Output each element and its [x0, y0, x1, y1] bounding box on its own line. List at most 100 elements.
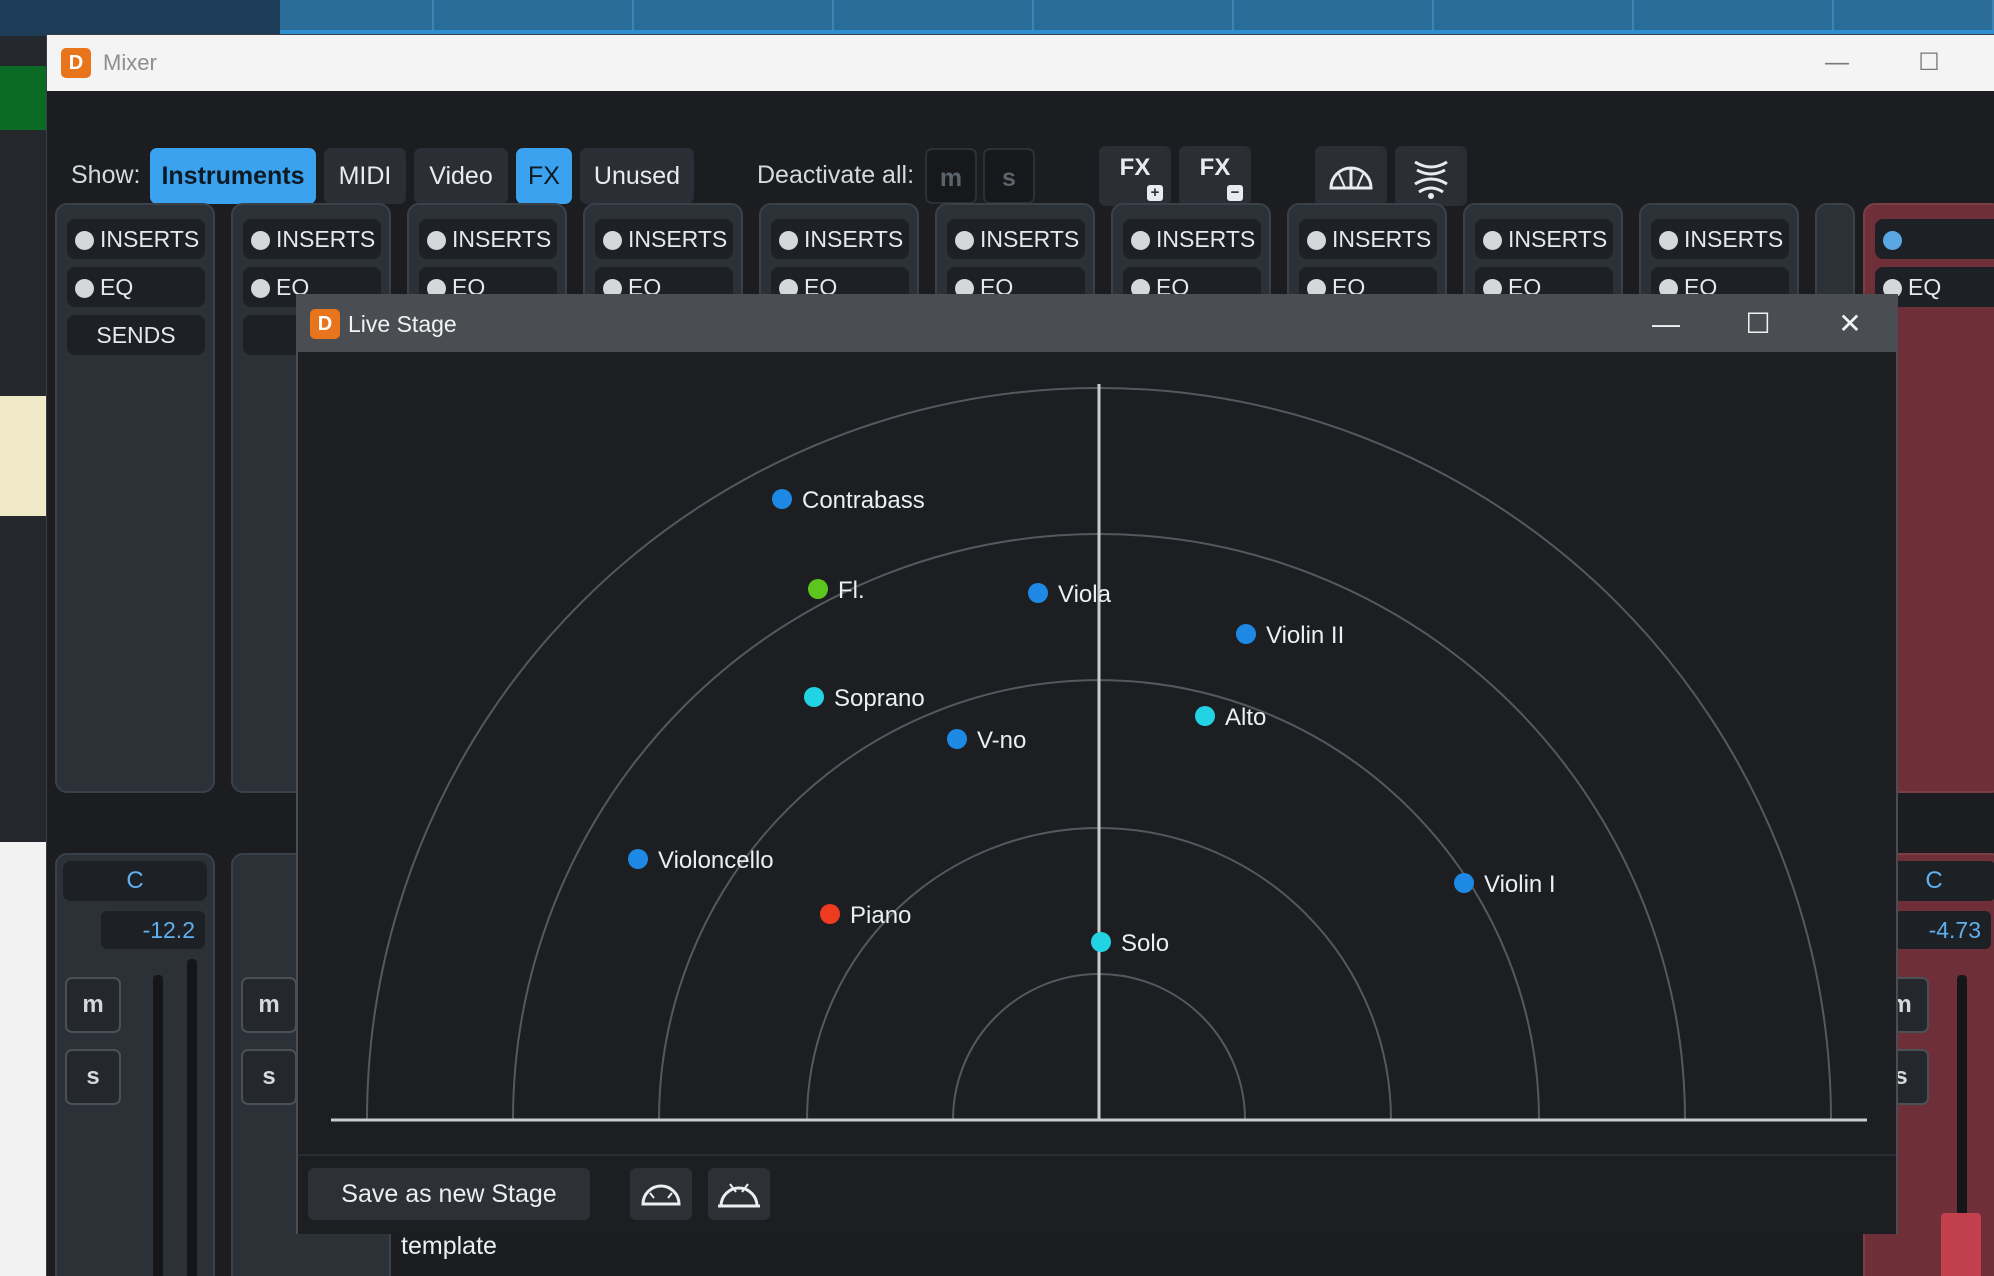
live-stage-window: D Live Stage — ☐ ✕ Contrabass Fl. Viola Vio… — [296, 294, 1898, 1260]
mixer-titlebar: D Mixer — ☐ — [47, 35, 1994, 91]
eq-led-icon[interactable] — [75, 279, 94, 298]
solo-button[interactable]: s — [65, 1049, 121, 1105]
inserts-led-icon[interactable] — [427, 231, 446, 250]
instrument-dot[interactable] — [947, 729, 967, 749]
volume-readout[interactable]: -12.2 — [101, 911, 205, 949]
instrument-marker[interactable]: Piano — [820, 902, 911, 929]
instrument-marker[interactable]: Violin I — [1454, 871, 1556, 898]
solo-button[interactable]: s — [241, 1049, 297, 1105]
inserts-led-icon[interactable] — [75, 231, 94, 250]
filter-unused-button[interactable]: Unused — [580, 148, 694, 204]
eq-led-icon[interactable] — [251, 279, 270, 298]
filter-midi-button[interactable]: MIDI — [324, 148, 406, 204]
instrument-marker[interactable]: Fl. — [808, 577, 865, 604]
zoom-stage-button[interactable] — [630, 1168, 692, 1220]
instrument-dot[interactable] — [1454, 873, 1474, 893]
instrument-marker[interactable]: Alto — [1195, 704, 1266, 731]
inserts-label: INSERTS — [1156, 226, 1256, 252]
filter-fx-button[interactable]: FX — [516, 148, 572, 204]
instrument-marker[interactable]: Violoncello — [628, 847, 774, 874]
reset-stage-button[interactable] — [708, 1168, 770, 1220]
channel-strip: INSERTS EQ SENDS — [55, 203, 215, 793]
inserts-led-icon[interactable] — [251, 231, 270, 250]
eq-slot[interactable]: EQ — [67, 267, 205, 307]
inserts-slot[interactable]: INSERTS — [1299, 219, 1437, 259]
mute-button[interactable]: m — [241, 977, 297, 1033]
instrument-marker[interactable]: Viola — [1028, 581, 1112, 608]
instrument-dot[interactable] — [1236, 624, 1256, 644]
filter-instruments-button[interactable]: Instruments — [150, 148, 316, 204]
timeline-segment — [1434, 0, 1634, 32]
channel-fader-section: C -12.2 m s — [55, 853, 215, 1276]
instrument-dot[interactable] — [820, 904, 840, 924]
instrument-label: Soprano — [834, 685, 925, 712]
inserts-label: INSERTS — [628, 226, 728, 252]
sends-slot[interactable]: SENDS — [67, 315, 205, 355]
instrument-marker[interactable]: Violin II — [1236, 622, 1344, 649]
filter-video-button[interactable]: Video — [414, 148, 508, 204]
minimize-icon[interactable]: — — [1817, 43, 1857, 83]
inserts-slot[interactable]: INSERTS — [67, 219, 205, 259]
wave-icon — [1414, 160, 1448, 199]
inserts-slot[interactable]: INSERTS — [1651, 219, 1789, 259]
instrument-label: Violin II — [1266, 622, 1344, 649]
instrument-dot[interactable] — [1195, 706, 1215, 726]
save-stage-template-button[interactable]: Save as new Stage template — [308, 1168, 590, 1260]
instrument-label: Fl. — [838, 577, 865, 604]
maximize-icon[interactable]: ☐ — [1909, 43, 1949, 83]
instrument-marker[interactable]: Soprano — [804, 685, 925, 712]
instrument-marker[interactable]: V-no — [947, 727, 1026, 754]
close-icon[interactable]: ✕ — [1828, 304, 1872, 344]
app-logo-icon: D — [61, 48, 91, 78]
inserts-led-icon[interactable] — [1883, 231, 1902, 250]
inserts-led-icon[interactable] — [1131, 231, 1150, 250]
instrument-dot[interactable] — [772, 489, 792, 509]
instrument-marker[interactable]: Solo — [1091, 930, 1169, 957]
inserts-slot[interactable]: INSERTS — [1123, 219, 1261, 259]
deactivate-solo-button[interactable]: s — [983, 148, 1035, 204]
inserts-slot[interactable]: INSERTS — [595, 219, 733, 259]
inserts-led-icon[interactable] — [603, 231, 622, 250]
inserts-label: INSERTS — [100, 226, 200, 252]
instrument-dot[interactable] — [1091, 932, 1111, 952]
instrument-marker[interactable]: Contrabass — [772, 487, 925, 514]
instrument-dot[interactable] — [628, 849, 648, 869]
deactivate-all-label: Deactivate all: — [757, 161, 915, 189]
minus-icon: − — [1227, 185, 1243, 201]
level-meter — [153, 975, 163, 1276]
minimize-icon[interactable]: — — [1644, 304, 1688, 344]
inserts-led-icon[interactable] — [779, 231, 798, 250]
reverb-button[interactable] — [1395, 146, 1467, 206]
inserts-slot[interactable]: INSERTS — [243, 219, 381, 259]
remove-fx-channel-button[interactable]: FX − — [1179, 146, 1251, 206]
inserts-label: INSERTS — [1684, 226, 1784, 252]
inserts-slot[interactable]: INSERTS — [419, 219, 557, 259]
maximize-icon[interactable]: ☐ — [1736, 304, 1780, 344]
inserts-slot[interactable]: INSERTS — [1875, 219, 1994, 292]
instrument-dot[interactable] — [804, 687, 824, 707]
stage-icon — [1329, 166, 1373, 190]
inserts-label: INSERTS — [1508, 226, 1608, 252]
volume-fader[interactable] — [187, 959, 197, 1276]
mute-button[interactable]: m — [65, 977, 121, 1033]
inserts-led-icon[interactable] — [955, 231, 974, 250]
timeline-segment — [634, 0, 834, 32]
instrument-dot[interactable] — [808, 579, 828, 599]
add-fx-channel-button[interactable]: FX + — [1099, 146, 1171, 206]
instrument-label: Solo — [1121, 930, 1169, 957]
inserts-led-icon[interactable] — [1659, 231, 1678, 250]
stage-expand-icon — [641, 1184, 681, 1206]
volume-readout[interactable]: -4.73 — [1895, 911, 1991, 949]
instrument-dot[interactable] — [1028, 583, 1048, 603]
inserts-slot[interactable]: INSERTS — [1475, 219, 1613, 259]
deactivate-mute-button[interactable]: m — [925, 148, 977, 204]
inserts-led-icon[interactable] — [1307, 231, 1326, 250]
live-stage-button[interactable] — [1315, 146, 1387, 206]
track-color-block — [0, 396, 46, 516]
inserts-slot[interactable]: INSERTS — [947, 219, 1085, 259]
pan-readout[interactable]: C — [63, 861, 207, 901]
stage-canvas[interactable]: Contrabass Fl. Viola Violin II Soprano V-no Al… — [298, 352, 1896, 1152]
inserts-slot[interactable]: INSERTS — [771, 219, 909, 259]
instrument-label: Alto — [1225, 704, 1266, 731]
inserts-led-icon[interactable] — [1483, 231, 1502, 250]
